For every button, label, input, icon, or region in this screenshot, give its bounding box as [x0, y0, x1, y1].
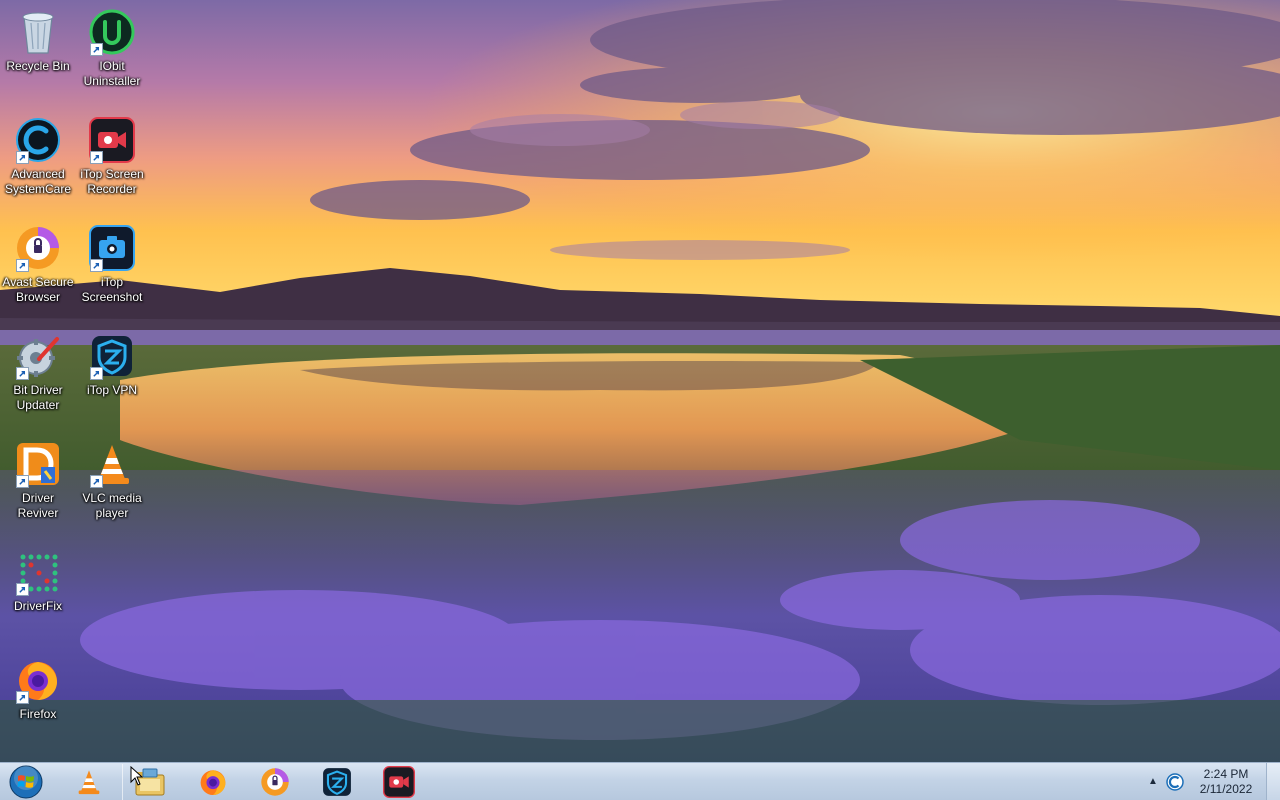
vlc-icon	[78, 770, 100, 795]
itop-screen-recorder-icon	[383, 766, 415, 798]
desktop-icon-label: IObit Uninstaller	[83, 59, 141, 88]
itop-vpn-icon	[323, 768, 351, 796]
taskbar-item-vlc[interactable]	[62, 764, 116, 800]
clock[interactable]: 2:24 PM 2/11/2022	[1190, 767, 1262, 797]
avast-secure-browser-icon	[14, 224, 62, 272]
desktop-icon-driver-reviver[interactable]: Driver Reviver	[0, 440, 76, 521]
taskbar: ▲ 2:24 PM 2/11/2022	[0, 762, 1280, 800]
shortcut-arrow-icon	[90, 475, 103, 488]
mouse-cursor-icon	[130, 766, 144, 786]
clock-date: 2/11/2022	[1199, 782, 1253, 796]
system-tray: ▲ 2:24 PM 2/11/2022	[1140, 763, 1280, 800]
desktop-icon-vlc-media-player[interactable]: VLC media player	[74, 440, 150, 521]
firefox-icon	[14, 656, 62, 704]
clock-time: 2:24 PM	[1203, 767, 1249, 781]
desktop-icon-label: Bit Driver Updater	[13, 383, 63, 412]
itop-screenshot-icon	[88, 224, 136, 272]
shortcut-arrow-icon	[16, 691, 29, 704]
ccleaner-icon[interactable]	[1166, 773, 1184, 791]
driverfix-icon	[14, 548, 62, 596]
desktop-icon-label: Firefox	[19, 707, 57, 721]
desktop-icon-avast-secure-browser[interactable]: Avast Secure Browser	[0, 224, 76, 305]
taskbar-item-firefox[interactable]	[186, 764, 240, 800]
shortcut-arrow-icon	[16, 583, 29, 596]
desktop-icon-itop-screenshot[interactable]: iTop Screenshot	[74, 224, 150, 305]
desktop-icon-iobit-uninstaller[interactable]: IObit Uninstaller	[74, 8, 150, 89]
desktop-icon-label: Recycle Bin	[6, 59, 70, 73]
desktop-icon-itop-screen-recorder[interactable]: iTop Screen Recorder	[74, 116, 150, 197]
iobit-uninstaller-icon	[88, 8, 136, 56]
desktop-icon-label: Driver Reviver	[17, 491, 59, 520]
vlc-icon	[88, 440, 136, 488]
desktop-icon-driverfix[interactable]: DriverFix	[0, 548, 76, 614]
shortcut-arrow-icon	[16, 259, 29, 272]
avast-secure-browser-icon	[261, 768, 289, 796]
shortcut-arrow-icon	[16, 151, 29, 164]
windows-start-orb-icon	[9, 765, 43, 799]
shortcut-arrow-icon	[90, 151, 103, 164]
firefox-icon	[200, 770, 226, 796]
driver-reviver-icon	[14, 440, 62, 488]
desktop-icon-label: Advanced SystemCare	[4, 167, 72, 196]
desktop-wallpaper	[0, 0, 1280, 762]
desktop-icon-label: VLC media player	[82, 491, 142, 520]
desktop-icon-label: iTop Screenshot	[81, 275, 143, 304]
shortcut-arrow-icon	[16, 367, 29, 380]
desktop-icon-label: DriverFix	[14, 599, 62, 613]
advanced-systemcare-icon	[14, 116, 62, 164]
recycle-bin-icon	[14, 8, 62, 56]
shortcut-arrow-icon	[90, 259, 103, 272]
desktop-icon-firefox[interactable]: Firefox	[0, 656, 76, 722]
desktop-icon-label: Avast Secure Browser	[2, 275, 74, 304]
desktop-icon-label: iTop Screen Recorder	[80, 167, 144, 196]
shortcut-arrow-icon	[90, 43, 103, 56]
shortcut-arrow-icon	[90, 367, 103, 380]
desktop-icon-itop-vpn[interactable]: iTop VPN	[74, 332, 150, 398]
shortcut-arrow-icon	[16, 475, 29, 488]
taskbar-item-itop-vpn[interactable]	[310, 764, 364, 800]
start-button[interactable]	[6, 764, 46, 800]
show-desktop-button[interactable]	[1266, 763, 1280, 800]
chevron-up-icon[interactable]: ▲	[1146, 775, 1160, 789]
bit-driver-updater-icon	[14, 332, 62, 380]
taskbar-item-avast-secure-browser[interactable]	[248, 764, 302, 800]
itop-vpn-icon	[88, 332, 136, 380]
desktop-icon-label: iTop VPN	[86, 383, 138, 397]
desktop-icon-recycle-bin[interactable]: Recycle Bin	[0, 8, 76, 74]
itop-screen-recorder-icon	[88, 116, 136, 164]
desktop-icon-bit-driver-updater[interactable]: Bit Driver Updater	[0, 332, 76, 413]
desktop-icon-advanced-systemcare[interactable]: Advanced SystemCare	[0, 116, 76, 197]
taskbar-item-itop-screen-recorder[interactable]	[372, 764, 426, 800]
